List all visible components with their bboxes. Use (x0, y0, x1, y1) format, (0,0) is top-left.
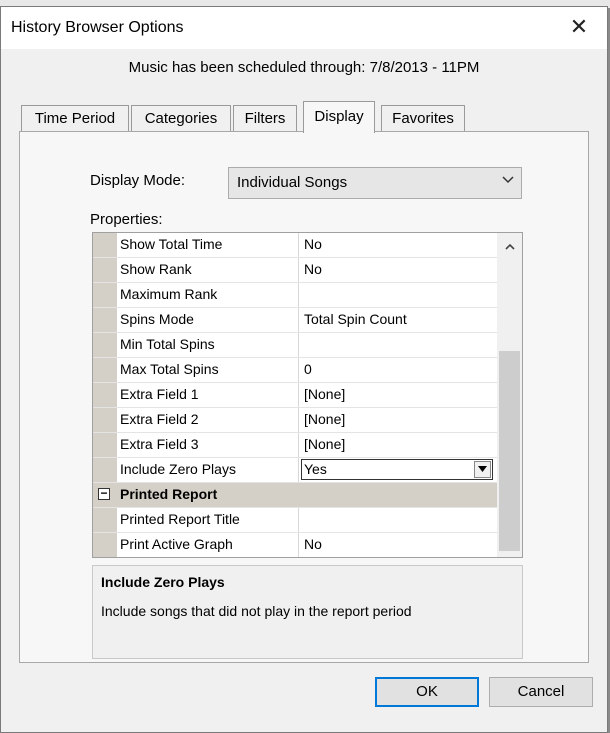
tab-display[interactable]: Display (303, 101, 375, 133)
scroll-up-arrow-icon[interactable] (497, 235, 522, 257)
dropdown-arrow-icon[interactable] (474, 461, 491, 478)
tab-favorites[interactable]: Favorites (381, 105, 465, 131)
property-value: No (304, 536, 322, 552)
column-divider (298, 233, 299, 257)
property-name: Maximum Rank (120, 286, 218, 302)
column-divider (298, 458, 299, 482)
property-grid[interactable]: Show Total Time No Show Rank No Maximum … (92, 232, 523, 558)
property-value: [None] (304, 386, 346, 402)
display-mode-label: Display Mode: (90, 172, 186, 189)
column-divider (298, 358, 299, 382)
schedule-status-text: Music has been scheduled through: 7/8/20… (128, 59, 480, 76)
help-description: Include songs that did not play in the r… (101, 603, 412, 619)
properties-label: Properties: (90, 211, 163, 228)
help-title: Include Zero Plays (101, 574, 225, 590)
property-value: Total Spin Count (304, 311, 407, 327)
property-name: Printed Report Title (120, 511, 240, 527)
property-name: Spins Mode (120, 311, 194, 327)
property-value: No (304, 236, 322, 252)
column-divider (298, 283, 299, 307)
property-row[interactable]: Show Total Time No (93, 233, 497, 258)
property-name: Print Active Graph (120, 536, 233, 552)
property-name: Include Zero Plays (120, 461, 236, 477)
property-category-row[interactable]: − Printed Report (93, 483, 497, 508)
column-divider (298, 508, 299, 532)
vertical-scrollbar[interactable] (497, 233, 522, 557)
display-mode-select[interactable]: Individual Songs (228, 167, 522, 199)
property-value: [None] (304, 436, 346, 452)
property-row[interactable]: Spins Mode Total Spin Count (93, 308, 497, 333)
column-divider (298, 308, 299, 332)
property-row[interactable]: Printed Report Title (93, 508, 497, 533)
property-name: Max Total Spins (120, 361, 219, 377)
window-title: History Browser Options (11, 19, 184, 36)
property-name: Show Rank (120, 261, 192, 277)
cancel-button[interactable]: Cancel (489, 677, 593, 707)
ok-button[interactable]: OK (375, 677, 479, 707)
category-name: Printed Report (120, 486, 218, 502)
column-divider (298, 383, 299, 407)
property-value: 0 (304, 361, 312, 377)
property-name: Min Total Spins (120, 336, 215, 352)
title-bar: History Browser Options ✕ (1, 7, 607, 49)
dropdown-value: Yes (304, 461, 327, 477)
property-row[interactable]: Maximum Rank (93, 283, 497, 308)
display-mode-value: Individual Songs (237, 174, 348, 191)
history-browser-options-dialog: History Browser Options ✕ Music has been… (0, 6, 608, 733)
property-row[interactable]: Print Active Graph No (93, 533, 497, 557)
property-name: Extra Field 1 (120, 386, 199, 402)
property-name: Extra Field 3 (120, 436, 199, 452)
column-divider (298, 333, 299, 357)
tab-categories[interactable]: Categories (131, 105, 231, 131)
property-help-box: Include Zero Plays Include songs that di… (92, 565, 523, 659)
collapse-icon[interactable]: − (98, 487, 110, 500)
tab-filters[interactable]: Filters (233, 105, 297, 131)
property-row[interactable]: Extra Field 3 [None] (93, 433, 497, 458)
property-name: Show Total Time (120, 236, 223, 252)
include-zero-plays-dropdown[interactable]: Yes (301, 459, 493, 480)
close-icon[interactable]: ✕ (561, 11, 597, 43)
property-row[interactable]: Show Rank No (93, 258, 497, 283)
property-name: Extra Field 2 (120, 411, 199, 427)
scrollbar-thumb[interactable] (499, 351, 520, 551)
property-value: [None] (304, 411, 346, 427)
property-row[interactable]: Max Total Spins 0 (93, 358, 497, 383)
property-row[interactable]: Extra Field 2 [None] (93, 408, 497, 433)
column-divider (298, 433, 299, 457)
property-value: No (304, 261, 322, 277)
property-row[interactable]: Extra Field 1 [None] (93, 383, 497, 408)
column-divider (298, 533, 299, 557)
chevron-down-icon (501, 173, 515, 190)
column-divider (298, 408, 299, 432)
column-divider (298, 258, 299, 282)
tab-time-period[interactable]: Time Period (21, 105, 129, 131)
property-row[interactable]: Min Total Spins (93, 333, 497, 358)
display-tab-panel: Display Mode: Individual Songs Propertie… (19, 131, 589, 663)
property-row-selected[interactable]: Include Zero Plays Yes (93, 458, 497, 483)
